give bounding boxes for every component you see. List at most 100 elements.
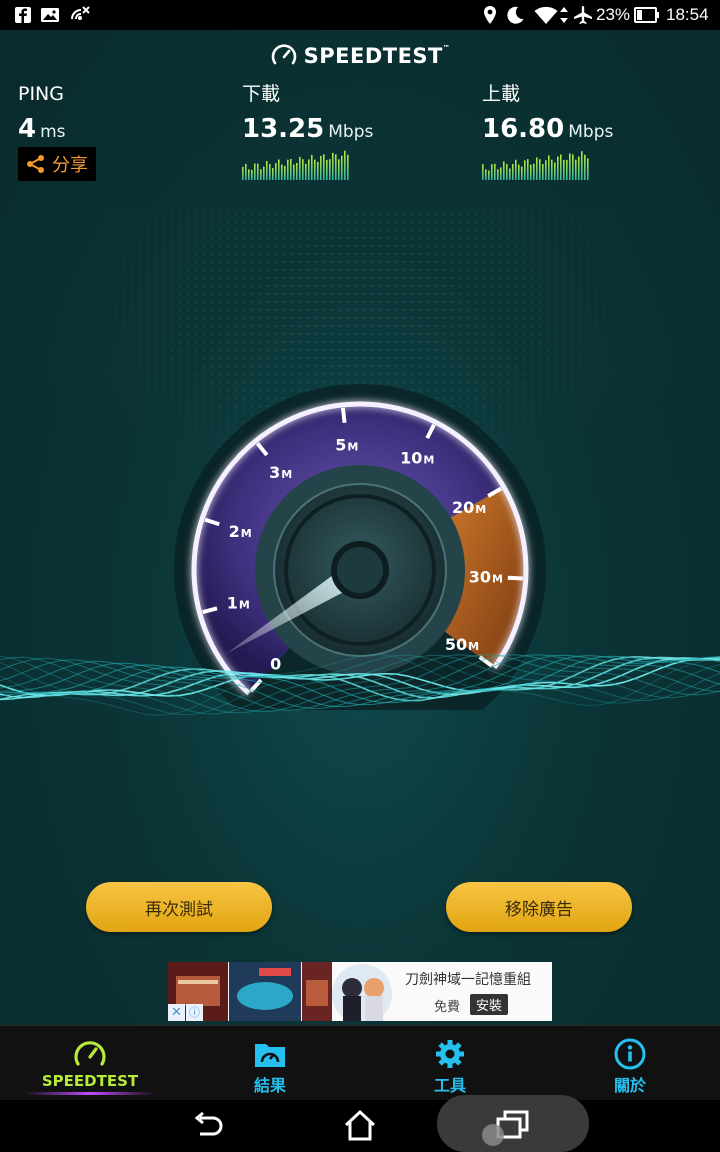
sparkline-bar xyxy=(548,155,550,180)
speedometer-icon xyxy=(74,1041,106,1066)
system-navigation-bar xyxy=(0,1095,720,1152)
sparkline-bar xyxy=(317,161,319,180)
sparkline-bar xyxy=(587,158,589,180)
sparkline-bar xyxy=(332,152,334,180)
sparkline-bar xyxy=(515,159,517,180)
touch-indicator xyxy=(482,1124,504,1146)
sparkline-bar xyxy=(584,154,586,180)
sparkline-bar xyxy=(554,162,556,180)
back-icon[interactable] xyxy=(188,1108,228,1144)
gauge-needle-cap xyxy=(331,541,389,599)
sparkline-bar xyxy=(308,159,310,180)
battery-icon xyxy=(634,7,659,23)
sparkline-bar xyxy=(344,150,346,180)
sparkline-bar xyxy=(572,154,574,180)
upload-value: 16.80 Mbps xyxy=(482,114,614,144)
sparkline-bar xyxy=(347,154,349,180)
ad-title: 刀劍神域一記憶重組 xyxy=(405,972,531,988)
battery-percent: 23% xyxy=(596,5,631,24)
sparkline-bar xyxy=(281,164,283,180)
sparkline-bar xyxy=(521,166,523,180)
sparkline-bar xyxy=(542,164,544,180)
photo-icon xyxy=(41,8,59,22)
sparkline-bar xyxy=(323,154,325,180)
sparkline-bar xyxy=(509,168,511,180)
sparkline-bar xyxy=(293,164,295,180)
tab-speedtest[interactable]: SPEEDTEST xyxy=(0,1026,180,1101)
sparkline-bar xyxy=(275,163,277,180)
tab-tools[interactable]: 工具 xyxy=(360,1026,540,1101)
sparkline-bar xyxy=(272,168,274,180)
ad-info-icon[interactable]: ⓘ xyxy=(186,1004,203,1021)
sparkline-bar xyxy=(566,159,568,180)
gear-icon xyxy=(436,1040,464,1068)
download-label: 下載 xyxy=(242,83,281,105)
active-tab-indicator xyxy=(24,1092,156,1095)
sparkline-bar xyxy=(485,169,487,180)
sparkline-bar xyxy=(296,162,298,180)
download-sparkline xyxy=(242,150,349,180)
home-icon[interactable] xyxy=(340,1108,380,1144)
share-icon xyxy=(27,155,44,173)
speedtest-screen: SPEEDTEST™ PING 4 ms 下載 13.25 Mbps 上載 16.8… xyxy=(0,30,720,1025)
download-value: 13.25 Mbps xyxy=(242,114,374,144)
sparkline-bar xyxy=(245,163,247,180)
sparkline-bar xyxy=(500,167,502,180)
gauge-tick xyxy=(507,575,523,581)
sparkline-bar xyxy=(569,153,571,180)
sparkline-bar xyxy=(299,156,301,180)
sparkline-bar xyxy=(503,161,505,180)
sparkline-bar xyxy=(326,159,328,180)
ad-close-icon[interactable]: ✕ xyxy=(168,1004,185,1021)
sparkline-bar xyxy=(284,165,286,180)
tab-about[interactable]: 關於 xyxy=(540,1026,720,1101)
sparkline-bar xyxy=(254,163,256,180)
ad-price: 免費 xyxy=(434,1000,461,1015)
sparkline-bar xyxy=(320,155,322,180)
ping-label: PING xyxy=(18,83,64,105)
sparkline-bar xyxy=(257,163,259,180)
ad-install-button[interactable]: 安裝 xyxy=(470,994,509,1015)
tab-tools-label: 工具 xyxy=(433,1076,466,1095)
sparkline-bar xyxy=(302,159,304,180)
clock: 18:54 xyxy=(666,5,709,24)
sparkline-bar xyxy=(488,170,490,180)
sparkline-bar xyxy=(581,151,583,180)
info-icon xyxy=(614,1038,646,1070)
sparkline-bar xyxy=(560,154,562,180)
app-title: SPEEDTEST™ xyxy=(303,44,451,68)
sparkline-bar xyxy=(263,166,265,180)
sparkline-bar xyxy=(341,155,343,180)
sparkline-bar xyxy=(533,163,535,180)
sparkline-bar xyxy=(506,164,508,180)
wave-line xyxy=(0,654,720,710)
share-label: 分享 xyxy=(52,155,88,176)
ad-app-artwork xyxy=(332,964,392,1021)
share-button[interactable]: 分享 xyxy=(18,147,96,181)
sparkline-bar xyxy=(578,156,580,180)
wave-line xyxy=(0,655,720,706)
retest-button[interactable]: 再次測試 xyxy=(86,882,272,932)
sparkline-bar xyxy=(494,163,496,180)
sparkline-bar xyxy=(278,159,280,180)
tab-results[interactable]: 結果 xyxy=(180,1026,360,1101)
sparkline-bar xyxy=(530,164,532,180)
sparkline-bar xyxy=(290,158,292,180)
facebook-icon xyxy=(15,7,31,23)
sparkline-bar xyxy=(266,161,268,180)
remove-ads-button[interactable]: 移除廣告 xyxy=(446,882,632,932)
download-result: 下載 13.25 Mbps xyxy=(242,82,392,186)
data-arrows-icon xyxy=(560,7,568,23)
sparkline-bar xyxy=(251,169,253,180)
ad-banner[interactable]: 刀劍神域一記憶重組 免費 安裝 ✕ ⓘ xyxy=(168,962,552,1021)
bottom-tab-bar: SPEEDTEST 結果 工具 關於 xyxy=(0,1025,720,1100)
sparkline-bar xyxy=(242,166,244,180)
sparkline-bar xyxy=(545,160,547,180)
sparkline-bar xyxy=(287,159,289,180)
ping-result: PING 4 ms xyxy=(18,82,66,149)
status-bar: 23% 18:54 xyxy=(0,0,720,30)
upload-sparkline xyxy=(482,151,589,180)
sparkline-bar xyxy=(248,169,250,180)
location-icon xyxy=(484,6,496,24)
upload-label: 上載 xyxy=(482,83,521,105)
